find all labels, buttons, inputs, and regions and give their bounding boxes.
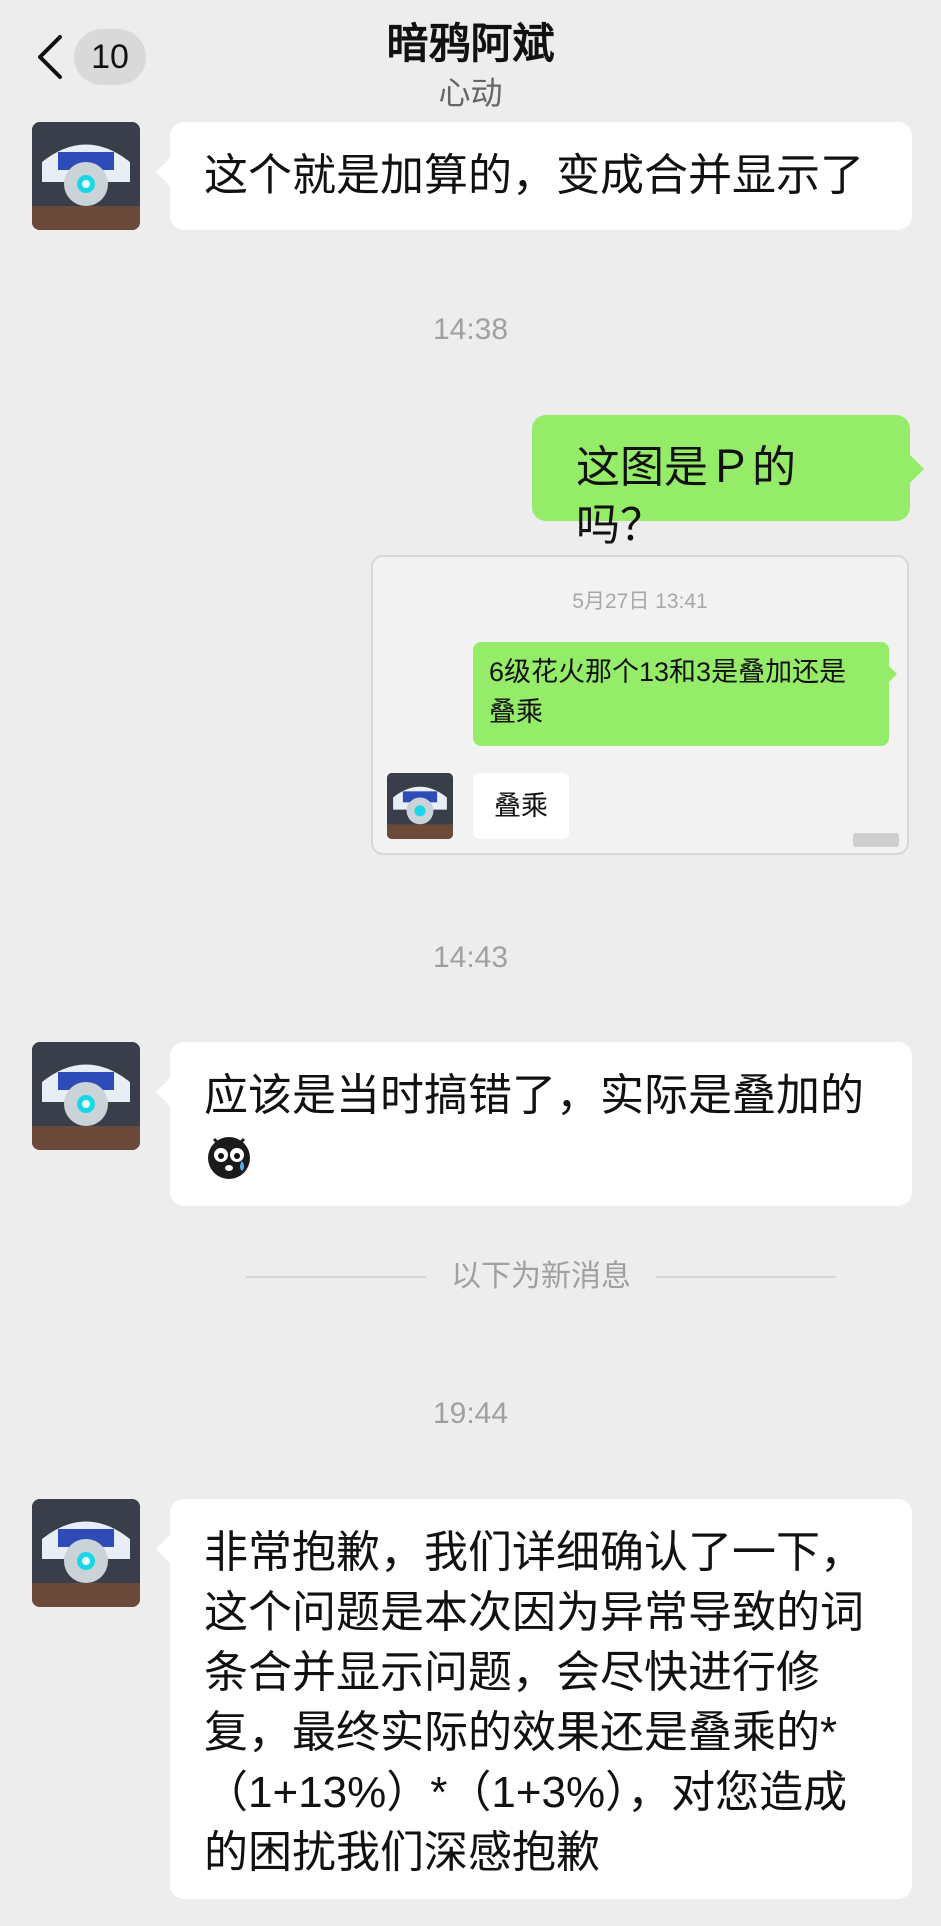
message-text: 这个就是加算的，变成合并显示了 — [204, 151, 864, 200]
image-bubble-other: 叠乘 — [473, 773, 569, 839]
message-text: 应该是当时搞错了，实际是叠加的 — [204, 1071, 864, 1120]
image-timestamp: 5月27日 13:41 — [572, 590, 708, 613]
watermark — [853, 833, 899, 847]
timestamp: 14:38 — [432, 313, 509, 346]
timestamp: 19:44 — [432, 1397, 509, 1430]
message-bubble[interactable]: 这个就是加算的，变成合并显示了 — [156, 122, 912, 230]
new-messages-divider: 以下为新消息 — [246, 1255, 836, 1299]
chat-header: 10 暗鸦阿斌 心动 — [0, 0, 941, 120]
chat-subtitle: 心动 — [438, 75, 503, 111]
avatar[interactable] — [32, 1499, 140, 1607]
message-bubble-self[interactable]: 这图是Ｐ的吗？ — [532, 415, 924, 550]
chat-title: 暗鸦阿斌 — [386, 20, 555, 67]
image-message[interactable]: 5月27日 13:41 6级花火那个13和3是叠加还是叠乘 叠乘 — [371, 555, 909, 855]
image-bubble-self: 6级花火那个13和3是叠加还是叠乘 — [473, 642, 897, 746]
message-text: 非常抱歉，我们详细确认了一下，这个问题是本次因为异常导致的词条合并显示问题，会尽… — [204, 1528, 864, 1877]
chat-screen: 10 暗鸦阿斌 心动 这个就是加算的，变成合并显示了 14:38 这图是Ｐ的吗？… — [0, 0, 941, 1926]
message-text: 这图是Ｐ的吗？ — [576, 443, 796, 550]
message-bubble[interactable]: 应该是当时搞错了，实际是叠加的 — [156, 1042, 912, 1206]
avatar[interactable] — [32, 1042, 140, 1150]
avatar[interactable] — [32, 122, 140, 230]
message-bubble[interactable]: 非常抱歉，我们详细确认了一下，这个问题是本次因为异常导致的词条合并显示问题，会尽… — [156, 1499, 912, 1899]
crying-face-icon — [204, 1131, 254, 1181]
image-avatar — [387, 773, 453, 839]
timestamp: 14:43 — [432, 941, 509, 974]
